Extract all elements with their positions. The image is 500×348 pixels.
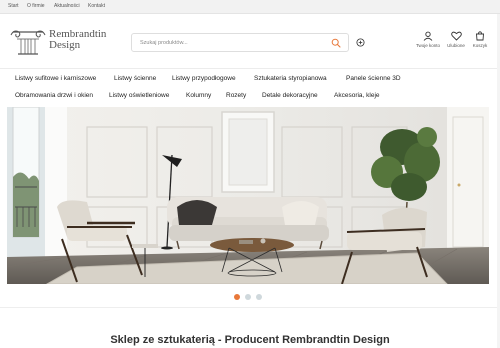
nav-item-skirting-boards[interactable]: Listwy przypodłogowe: [172, 75, 236, 82]
section-divider: [0, 307, 500, 308]
slider-dots: [0, 294, 500, 302]
nav-item-lighting-mouldings[interactable]: Listwy oświetleniowe: [109, 92, 169, 99]
slider-dot-3[interactable]: [256, 294, 262, 300]
account-label: Twoje konto: [415, 43, 440, 48]
logo[interactable]: Rembrandtin Design: [9, 26, 109, 58]
hero-interior-image: [7, 107, 489, 284]
logo-text-line2: Design: [49, 39, 81, 51]
nav-item-accessories[interactable]: Akcesoria, kleje: [334, 92, 380, 99]
nav-item-rosettes[interactable]: Rozety: [226, 92, 246, 99]
nav-item-ceiling-mouldings[interactable]: Listwy sufitowe i karniszowe: [15, 75, 96, 82]
nav-item-decorative-details[interactable]: Detale dekoracyjne: [262, 92, 318, 99]
header: Rembrandtin Design Twoje konto Ulubione: [0, 14, 500, 66]
logo-text: Rembrandtin Design: [49, 29, 106, 51]
circle-plus-icon[interactable]: [356, 38, 365, 47]
top-utility-bar: Start O firmie Aktualności Kontakt: [0, 0, 500, 14]
page-title: Sklep ze sztukaterią - Producent Rembran…: [110, 334, 390, 346]
nav-item-door-window-frames[interactable]: Obramowania drzwi i okien: [15, 92, 93, 99]
topbar-link-news[interactable]: Aktualności: [54, 3, 80, 9]
slider-dot-2[interactable]: [245, 294, 251, 300]
search-icon[interactable]: [331, 38, 341, 48]
account-button[interactable]: Twoje konto: [413, 31, 443, 61]
hero-banner[interactable]: [7, 107, 489, 284]
cart-icon: [476, 31, 484, 41]
logo-capital-icon: [10, 30, 46, 55]
topbar-link-about[interactable]: O firmie: [27, 3, 45, 9]
heart-icon: [450, 31, 462, 41]
cart-label: Koszyk: [472, 43, 488, 48]
search-input[interactable]: [140, 37, 320, 49]
topbar-link-contact[interactable]: Kontakt: [88, 3, 105, 9]
nav-item-3d-panels[interactable]: Panele ścienne 3D: [346, 75, 401, 82]
cart-button[interactable]: Koszyk: [465, 31, 495, 61]
category-nav: Listwy sufitowe i karniszowe Listwy ście…: [0, 68, 500, 104]
topbar-link-start[interactable]: Start: [8, 3, 19, 9]
nav-item-columns[interactable]: Kolumny: [186, 92, 211, 99]
nav-item-wall-mouldings[interactable]: Listwy ścienne: [114, 75, 156, 82]
slider-dot-1[interactable]: [234, 294, 240, 300]
search-box: [131, 33, 349, 52]
user-icon: [423, 31, 433, 41]
nav-item-styrofoam[interactable]: Sztukateria styropianowa: [254, 75, 327, 82]
